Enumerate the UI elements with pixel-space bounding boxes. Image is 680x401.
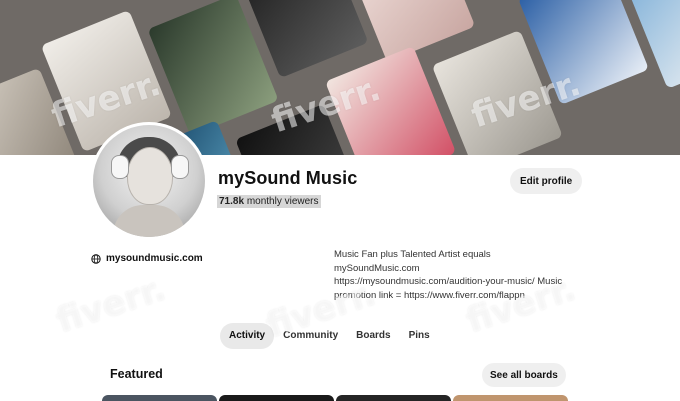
viewers-count: 71.8k [219,196,245,207]
tab-activity[interactable]: Activity [220,323,275,349]
viewers-label: monthly viewers [246,196,319,207]
bio-line: https://mysoundmusic.com/audition-your-m… [334,276,563,287]
watermark-text: fiverr. [51,268,171,342]
profile-name: mySound Music [218,168,358,188]
profile-bio: Music Fan plus Talented Artist equals my… [334,248,584,302]
monthly-viewers: 71.8k monthly viewers [217,195,321,208]
tab-community[interactable]: Community [274,323,347,349]
profile-tabs: Activity Community Boards Pins [220,323,439,349]
board-thumbnail[interactable] [336,395,451,401]
profile-avatar[interactable] [90,122,208,240]
avatar-face [127,147,173,205]
bio-line: promotion link = https://www.fiverr.com/… [334,289,525,301]
profile-page: mySound Music 71.8k monthly viewers Edit… [0,0,680,401]
website-label: mysoundmusic.com [106,253,203,264]
featured-boards [102,395,568,401]
see-all-boards-button[interactable]: See all boards [482,363,566,387]
bio-line: mySoundMusic.com [334,262,420,274]
board-thumbnail[interactable] [219,395,334,401]
globe-icon [91,253,101,264]
banner-collage [0,0,680,155]
headphone-icon [171,155,189,179]
board-thumbnail[interactable] [102,395,217,401]
avatar-body [113,205,185,237]
bio-line: Music Fan plus Talented Artist equals [334,249,491,260]
board-thumbnail[interactable] [453,395,568,401]
profile-banner [0,0,680,155]
headphone-icon [111,155,129,179]
tab-pins[interactable]: Pins [400,323,439,349]
avatar-image [93,125,205,237]
tab-boards[interactable]: Boards [347,323,399,349]
edit-profile-button[interactable]: Edit profile [510,168,583,194]
featured-title: Featured [110,367,163,381]
website-link[interactable]: mysoundmusic.com [91,253,203,264]
